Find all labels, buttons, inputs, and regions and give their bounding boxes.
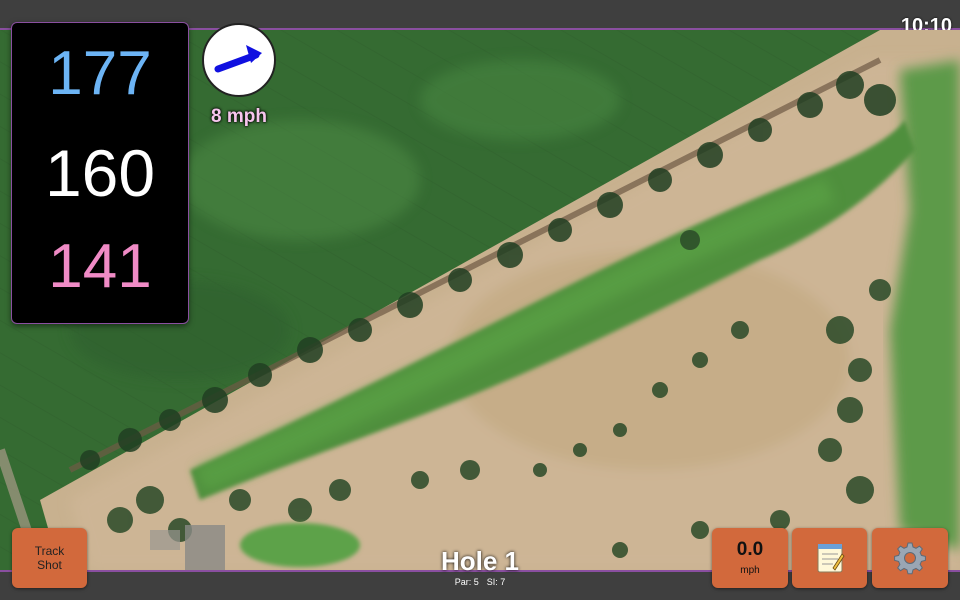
notes-button[interactable] [792, 528, 867, 588]
wind-indicator [202, 23, 276, 97]
track-shot-button[interactable]: Track Shot [12, 528, 87, 588]
distance-panel: 177 160 141 [11, 22, 189, 324]
speed-unit: mph [740, 564, 760, 576]
settings-button[interactable] [872, 528, 948, 588]
front-distance: 141 [48, 232, 152, 301]
back-distance: 177 [48, 39, 152, 108]
hole-si: SI: 7 [486, 577, 506, 587]
track-shot-label-2: Shot [37, 558, 62, 572]
center-distance: 160 [44, 136, 156, 210]
track-shot-label-1: Track [34, 544, 65, 558]
hole-par: Par: 5 [454, 577, 479, 587]
wind-speed: 8 mph [211, 106, 267, 127]
hole-meta: Par: 5 SI: 7 [380, 576, 580, 588]
speed-value: 0.0 [736, 538, 764, 560]
wind-direction-arrow-icon [214, 45, 262, 73]
gear-icon [894, 542, 926, 575]
hole-title: Hole 1 [440, 546, 520, 576]
speed-button[interactable]: 0.0 mph [712, 528, 788, 588]
notepad-icon [817, 544, 845, 573]
